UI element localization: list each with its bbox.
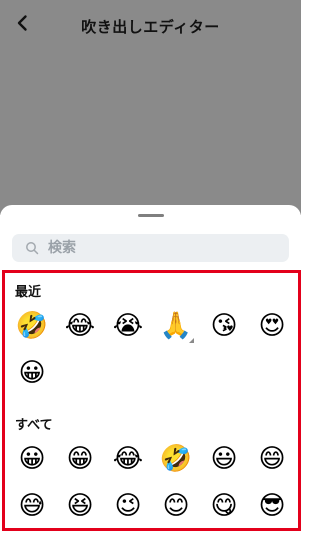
search-input[interactable] [48, 237, 278, 259]
skin-tone-variant-indicator [189, 338, 194, 343]
emoji-row-recent-1: 🤣 😂 😭 🙏 😘 😍 [5, 309, 298, 343]
emoji-button[interactable]: 😎 [254, 489, 290, 523]
page-title: 吹き出しエディター [81, 18, 220, 36]
section-label-all: すべて [15, 418, 53, 433]
emoji-button[interactable]: 🤣 [158, 442, 194, 476]
emoji-panel: 最近 🤣 😂 😭 🙏 😘 😍 😀 すべて 😀 😁 😂 🤣 😃 😄 😅 😆 😉 😊… [2, 270, 301, 531]
emoji-button[interactable]: 😋 [206, 489, 242, 523]
emoji-button[interactable]: 😍 [254, 309, 290, 343]
section-label-recent: 最近 [15, 285, 42, 300]
search-bar[interactable] [12, 234, 289, 262]
emoji-button[interactable]: 😂 [62, 309, 98, 343]
emoji-button[interactable]: 😄 [254, 442, 290, 476]
emoji-button[interactable]: 😅 [14, 489, 50, 523]
emoji-button[interactable]: 😆 [62, 489, 98, 523]
emoji-button[interactable]: 😁 [62, 442, 98, 476]
emoji-button[interactable]: 😘 [206, 309, 242, 343]
search-icon [25, 241, 39, 255]
emoji-button[interactable]: 😃 [206, 442, 242, 476]
emoji-button[interactable]: 😊 [158, 489, 194, 523]
emoji-glyph: 🙏 [159, 311, 193, 341]
emoji-button[interactable]: 😭 [110, 309, 146, 343]
emoji-button[interactable]: 🤣 [14, 309, 50, 343]
emoji-row-all-1: 😀 😁 😂 🤣 😃 😄 [5, 442, 298, 476]
emoji-button[interactable]: 😂 [110, 442, 146, 476]
drag-handle[interactable] [138, 214, 164, 217]
dimmed-backdrop[interactable]: 吹き出しエディター [0, 0, 301, 215]
emoji-button[interactable]: 😀 [14, 356, 50, 390]
emoji-row-all-2: 😅 😆 😉 😊 😋 😎 [5, 489, 298, 523]
emoji-button-with-variants[interactable]: 🙏 [158, 309, 194, 343]
emoji-picker-screen: 吹き出しエディター 最近 🤣 😂 😭 🙏 [0, 0, 301, 535]
emoji-button[interactable]: 😀 [14, 442, 50, 476]
emoji-button[interactable]: 😉 [110, 489, 146, 523]
emoji-bottom-sheet: 最近 🤣 😂 😭 🙏 😘 😍 😀 すべて 😀 😁 😂 [0, 205, 301, 535]
emoji-row-recent-2: 😀 [5, 356, 298, 390]
